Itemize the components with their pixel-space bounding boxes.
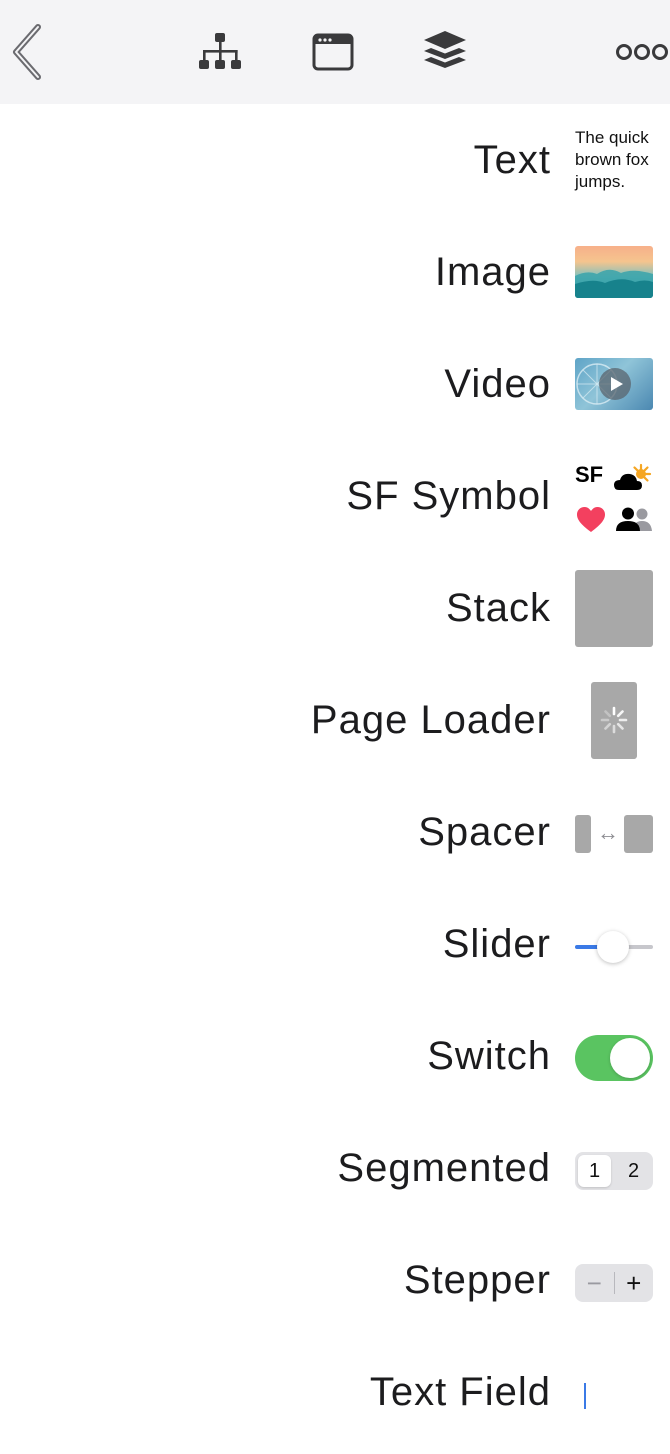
component-label: Text Field bbox=[369, 1369, 551, 1414]
component-label: Stepper bbox=[403, 1257, 551, 1302]
component-row-switch[interactable]: Switch bbox=[0, 1000, 670, 1112]
sf-symbol-preview: SF bbox=[575, 462, 653, 538]
stack-preview bbox=[575, 570, 653, 647]
component-label: Image bbox=[434, 249, 551, 294]
component-label: Switch bbox=[427, 1033, 551, 1078]
component-row-video[interactable]: Video bbox=[0, 328, 670, 440]
text-preview: The quick brown fox jumps. bbox=[575, 128, 649, 191]
landscape-image-icon bbox=[575, 269, 653, 298]
people-icon bbox=[616, 507, 652, 531]
stepper-minus-button[interactable]: − bbox=[575, 1264, 614, 1302]
component-label: Video bbox=[444, 361, 551, 406]
spinner-icon bbox=[600, 706, 628, 734]
hierarchy-button[interactable] bbox=[196, 22, 244, 82]
hierarchy-icon bbox=[199, 33, 241, 69]
toolbar bbox=[0, 0, 670, 104]
switch-knob bbox=[610, 1038, 650, 1078]
component-row-page-loader[interactable]: Page Loader bbox=[0, 664, 670, 776]
component-row-text-field[interactable]: Text Field bbox=[0, 1336, 670, 1448]
segment-1[interactable]: 1 bbox=[578, 1155, 611, 1187]
component-row-text[interactable]: Text The quick brown fox jumps. bbox=[0, 104, 670, 216]
component-row-segmented[interactable]: Segmented 1 2 bbox=[0, 1112, 670, 1224]
component-label: Page Loader bbox=[310, 697, 551, 742]
cloud-sun-icon bbox=[614, 463, 652, 490]
component-row-stack[interactable]: Stack bbox=[0, 552, 670, 664]
more-icon bbox=[616, 44, 668, 60]
heart-icon bbox=[577, 507, 605, 532]
more-button[interactable] bbox=[614, 22, 670, 82]
segmented-control: 1 2 bbox=[575, 1152, 653, 1190]
component-label: Slider bbox=[442, 921, 551, 966]
sf-text: SF bbox=[575, 462, 604, 487]
back-button[interactable] bbox=[4, 22, 48, 82]
component-row-stepper[interactable]: Stepper − + bbox=[0, 1224, 670, 1336]
slider-knob[interactable] bbox=[597, 931, 629, 963]
switch-toggle[interactable] bbox=[575, 1035, 653, 1081]
component-row-spacer[interactable]: Spacer ↔ bbox=[0, 776, 670, 888]
component-label: Segmented bbox=[337, 1145, 551, 1190]
component-label: Spacer bbox=[418, 809, 551, 854]
component-row-image[interactable]: Image bbox=[0, 216, 670, 328]
page-loader-preview bbox=[591, 682, 637, 759]
spacer-left-block bbox=[575, 815, 591, 853]
component-label: Text bbox=[473, 137, 551, 182]
segment-2[interactable]: 2 bbox=[617, 1155, 650, 1187]
component-row-slider[interactable]: Slider bbox=[0, 888, 670, 1000]
layers-button[interactable] bbox=[420, 22, 470, 82]
text-field-caret[interactable] bbox=[584, 1383, 586, 1409]
stepper-control: − + bbox=[575, 1264, 653, 1302]
chevron-left-icon bbox=[13, 24, 41, 80]
window-icon bbox=[312, 33, 354, 71]
spacer-right-block bbox=[624, 815, 653, 853]
component-label: SF Symbol bbox=[346, 473, 551, 518]
stepper-plus-button[interactable]: + bbox=[615, 1264, 654, 1302]
double-arrow-icon: ↔ bbox=[597, 820, 619, 845]
component-label: Stack bbox=[445, 585, 551, 630]
play-icon bbox=[599, 368, 631, 400]
layers-icon bbox=[424, 31, 466, 68]
image-preview bbox=[575, 246, 653, 298]
window-button[interactable] bbox=[310, 22, 356, 82]
video-preview bbox=[575, 358, 653, 410]
component-row-sf-symbol[interactable]: SF Symbol SF bbox=[0, 440, 670, 552]
